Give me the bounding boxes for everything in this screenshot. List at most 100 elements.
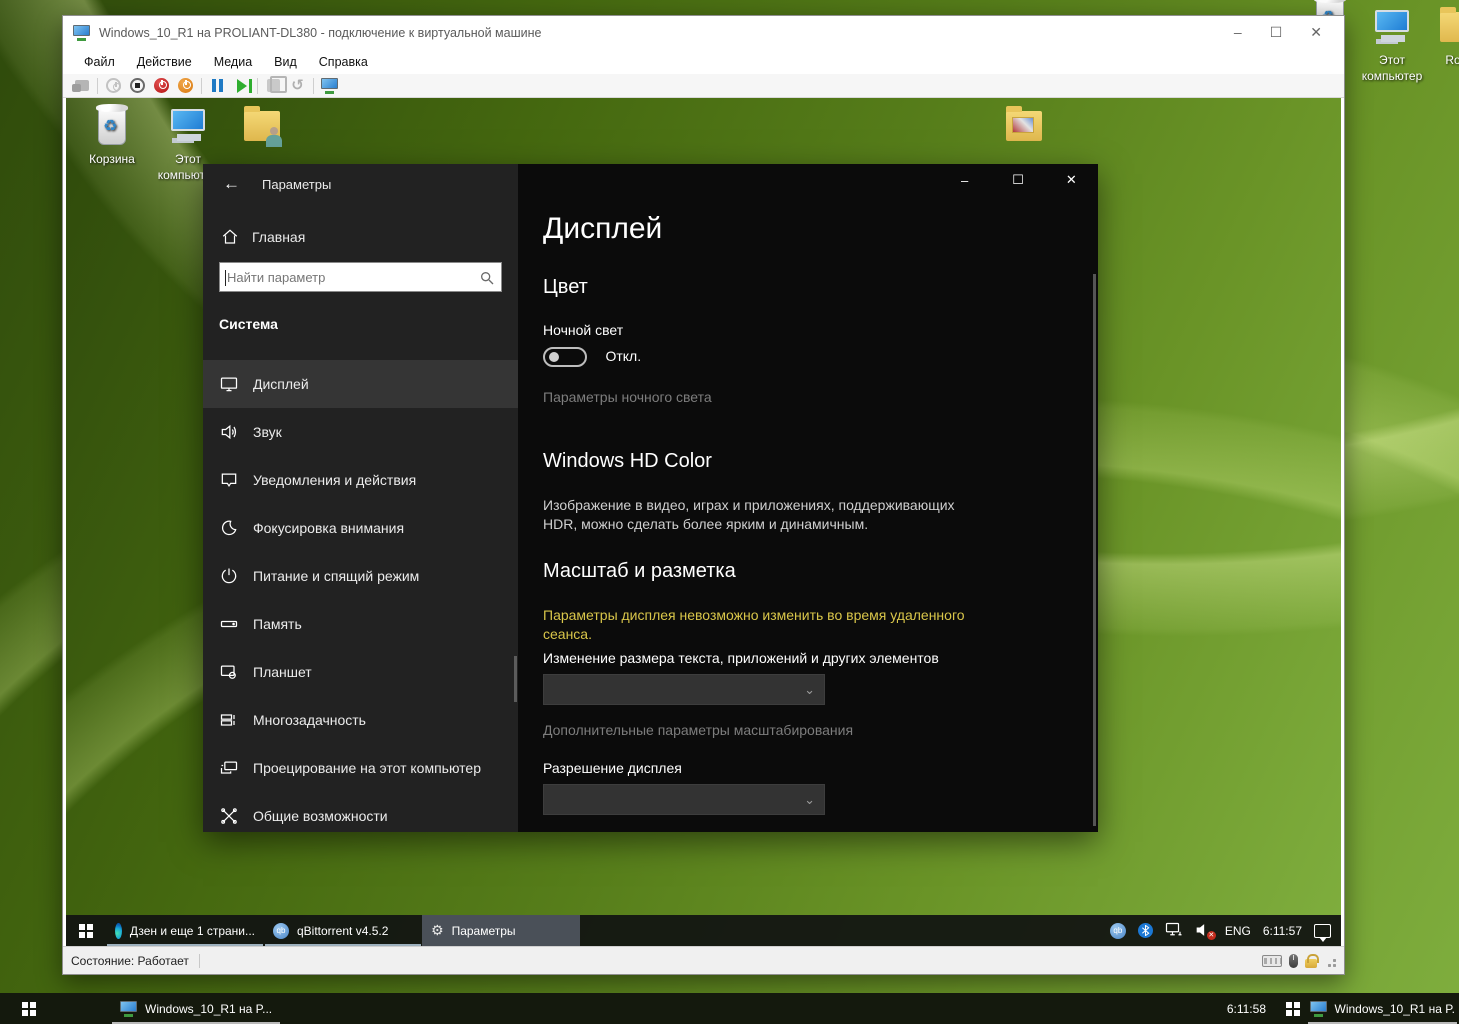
desktop-icon-media-folder[interactable] (986, 105, 1062, 152)
sidebar-item-sound[interactable]: Звук (203, 408, 518, 456)
settings-maximize-button[interactable]: ☐ (991, 164, 1044, 196)
sidebar-item-display[interactable]: Дисплей (203, 360, 518, 408)
sidebar-item-label: Планшет (253, 664, 312, 680)
menu-help[interactable]: Справка (310, 52, 377, 72)
network-icon[interactable] (1165, 922, 1183, 940)
taskbar-app-qbittorrent[interactable]: qb qBittorrent v4.5.2 (264, 915, 422, 946)
taskbar-app-edge[interactable]: Дзен и еще 1 страни... (106, 915, 264, 946)
vm-maximize-button[interactable]: ☐ (1270, 24, 1283, 41)
sound-icon (219, 422, 239, 442)
desktop-icon-rom-folder[interactable]: Rom (1428, 6, 1459, 67)
shut-down-vm-icon[interactable] (153, 77, 170, 94)
resume-vm-icon[interactable] (233, 77, 250, 94)
volume-muted-icon[interactable]: ✕ (1195, 923, 1213, 938)
lock-icon (1305, 959, 1317, 968)
vm-minimize-button[interactable]: – (1234, 24, 1242, 41)
resolution-label: Разрешение дисплея (543, 760, 1038, 776)
pause-vm-icon[interactable] (209, 77, 226, 94)
settings-sidebar: ← Параметры Главная Система (203, 164, 518, 832)
host-taskbar-app-vmconnect[interactable]: Windows_10_R1 на P... (110, 993, 282, 1024)
settings-close-button[interactable]: ✕ (1045, 164, 1098, 196)
menu-view[interactable]: Вид (265, 52, 306, 72)
desktop-icon-recycle-bin[interactable]: Корзина (74, 105, 150, 166)
back-arrow-icon[interactable]: ← (223, 174, 240, 194)
resize-grip[interactable] (1324, 955, 1336, 967)
sidebar-item-projecting[interactable]: Проецирование на этот компьютер (203, 744, 518, 792)
menu-action[interactable]: Действие (128, 52, 201, 72)
sidebar-item-label: Память (253, 616, 302, 632)
language-indicator[interactable]: ENG (1225, 924, 1251, 938)
sidebar-item-shared-experiences[interactable]: Общие возможности (203, 792, 518, 840)
search-icon (479, 270, 495, 286)
settings-search-box[interactable] (219, 262, 502, 292)
save-vm-icon[interactable] (265, 77, 282, 94)
search-input[interactable] (220, 263, 501, 291)
sidebar-item-focus-assist[interactable]: Фокусировка внимания (203, 504, 518, 552)
text-caret (225, 270, 226, 286)
host-taskbar-primary: Windows_10_R1 на P... 6:11:58 (0, 993, 1280, 1024)
taskbar-app-label: Windows_10_R1 на P... (145, 1002, 272, 1016)
guest-start-button[interactable] (66, 915, 106, 946)
bluetooth-icon[interactable] (1138, 923, 1153, 938)
dual-monitor-desktop: Этот компьютер Rom Windows_10_R1 на PROL… (0, 0, 1459, 1024)
hdr-description: Изображение в видео, играх и приложениях… (543, 496, 973, 534)
host-start-button-2[interactable] (1280, 993, 1306, 1024)
vm-app-icon (1310, 1001, 1328, 1017)
display-icon (219, 374, 239, 394)
sidebar-item-multitasking[interactable]: Многозадачность (203, 696, 518, 744)
host-clock[interactable]: 6:11:58 (1227, 1002, 1280, 1016)
this-pc-icon (1368, 6, 1416, 50)
reset-vm-icon[interactable] (177, 77, 194, 94)
content-scrollbar[interactable] (1093, 274, 1096, 826)
page-title: Дисплей (543, 212, 1038, 246)
menu-media[interactable]: Медиа (205, 52, 261, 72)
recycle-bin-icon (88, 105, 136, 149)
revert-vm-icon[interactable]: ↺ (289, 77, 306, 94)
taskbar-app-settings[interactable]: ⚙ Параметры (422, 915, 580, 946)
host-start-button[interactable] (0, 993, 58, 1024)
qbittorrent-icon: qb (273, 923, 289, 939)
turn-off-vm-icon[interactable] (129, 77, 146, 94)
vm-app-icon (73, 25, 91, 41)
desktop-icon-label: Этот компьютер (1354, 53, 1430, 84)
desktop-icon-this-pc-host[interactable]: Этот компьютер (1354, 6, 1430, 84)
multitasking-icon (219, 710, 239, 730)
sidebar-item-label: Питание и спящий режим (253, 568, 419, 584)
host-taskbar2-app-vmconnect[interactable]: Windows_10_R1 на P. (1306, 993, 1459, 1024)
vm-titlebar[interactable]: Windows_10_R1 на PROLIANT-DL380 - подклю… (63, 16, 1344, 49)
resolution-dropdown[interactable]: ⌄ (543, 784, 1038, 815)
sidebar-section-title: Система (203, 292, 518, 332)
user-folder-icon (238, 105, 286, 149)
enhanced-session-icon[interactable] (321, 77, 338, 94)
settings-minimize-button[interactable]: – (938, 164, 991, 196)
night-light-toggle[interactable] (543, 347, 587, 367)
night-light-settings-link[interactable]: Параметры ночного света (543, 389, 1038, 405)
desktop-icon-user-folder[interactable] (224, 105, 300, 152)
menu-file[interactable]: Файл (75, 52, 124, 72)
sidebar-item-label: Звук (253, 424, 282, 440)
advanced-scaling-link[interactable]: Дополнительные параметры масштабирования (543, 722, 1038, 738)
remote-session-warning: Параметры дисплея невозможно изменить во… (543, 606, 983, 644)
sidebar-item-label: Общие возможности (253, 808, 388, 824)
scale-dropdown[interactable]: ⌄ (543, 674, 1038, 705)
action-center-icon[interactable] (1314, 924, 1331, 938)
start-vm-icon[interactable] (105, 77, 122, 94)
hdr-heading: Windows HD Color (543, 450, 1038, 473)
chevron-down-icon: ⌄ (804, 682, 815, 698)
sidebar-home-label: Главная (252, 229, 305, 245)
notifications-icon (219, 470, 239, 490)
guest-clock[interactable]: 6:11:57 (1263, 924, 1302, 938)
qbittorrent-tray-icon[interactable]: qb (1110, 923, 1126, 939)
sidebar-item-home[interactable]: Главная (203, 194, 518, 246)
sidebar-scrollbar[interactable] (514, 656, 517, 702)
sidebar-item-notifications[interactable]: Уведомления и действия (203, 456, 518, 504)
sidebar-item-tablet[interactable]: Планшет (203, 648, 518, 696)
sidebar-item-power-sleep[interactable]: Питание и спящий режим (203, 552, 518, 600)
sidebar-item-storage[interactable]: Память (203, 600, 518, 648)
desktop-icon-label: Rom (1428, 53, 1459, 67)
color-section-heading: Цвет (543, 276, 1038, 299)
ctrl-alt-del-icon[interactable] (73, 77, 90, 94)
taskbar-app-label: Windows_10_R1 на P. (1335, 1002, 1455, 1016)
vm-menubar: Файл Действие Медиа Вид Справка (63, 49, 1344, 74)
vm-close-button[interactable]: ✕ (1310, 24, 1322, 41)
